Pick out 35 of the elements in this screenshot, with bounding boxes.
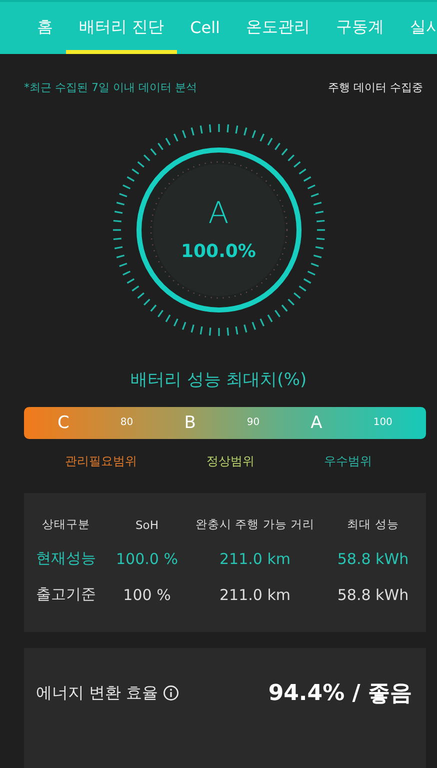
table-cell: 58.8 kWh: [337, 550, 409, 568]
column-header: SoH: [136, 518, 158, 532]
table-cell: 출고기준: [36, 585, 96, 604]
threshold-label: 100: [373, 417, 392, 428]
grade-label: B: [184, 412, 196, 433]
grade-letter: A: [208, 198, 229, 229]
column-header: 완충시 주행 가능 거리: [196, 517, 314, 532]
table-cell: 58.8 kWh: [337, 586, 409, 604]
tab[interactable]: 온도관리: [233, 2, 323, 54]
info-icon[interactable]: [163, 685, 180, 701]
table-cell: 현재성능: [36, 549, 96, 568]
column-header: 상태구분: [42, 517, 90, 532]
gauge-title: 배터리 성능 최대치(%): [129, 368, 308, 391]
tab[interactable]: Cell: [177, 2, 233, 54]
range-label: 정상범위: [206, 453, 254, 470]
table-cell: 100 %: [123, 586, 171, 604]
tab[interactable]: 배터리 진단: [66, 2, 178, 54]
column-header: 최대 성능: [347, 517, 399, 532]
table-cell: 100.0 %: [116, 550, 178, 568]
threshold-label: 80: [120, 417, 134, 428]
tab[interactable]: 홈: [24, 2, 66, 54]
efficiency-label: 에너지 변환 효율: [36, 682, 158, 704]
threshold-label: 90: [246, 417, 260, 428]
grade-label: C: [58, 412, 70, 433]
collection-status: 주행 데이터 수집중: [328, 80, 423, 95]
analysis-note: *최근 수집된 7일 이내 데이터 분석: [24, 80, 197, 95]
tab[interactable]: 구동계: [323, 2, 397, 54]
table-cell: 211.0 km: [219, 586, 290, 604]
table-cell: 211.0 km: [219, 550, 290, 568]
performance-value: 100.0%: [181, 242, 256, 261]
range-label: 우수범위: [324, 453, 372, 470]
tab[interactable]: 실시: [397, 2, 437, 54]
range-label: 관리필요범위: [64, 453, 137, 470]
efficiency-value: 94.4% / 좋음: [268, 680, 412, 708]
grade-label: A: [310, 412, 322, 433]
